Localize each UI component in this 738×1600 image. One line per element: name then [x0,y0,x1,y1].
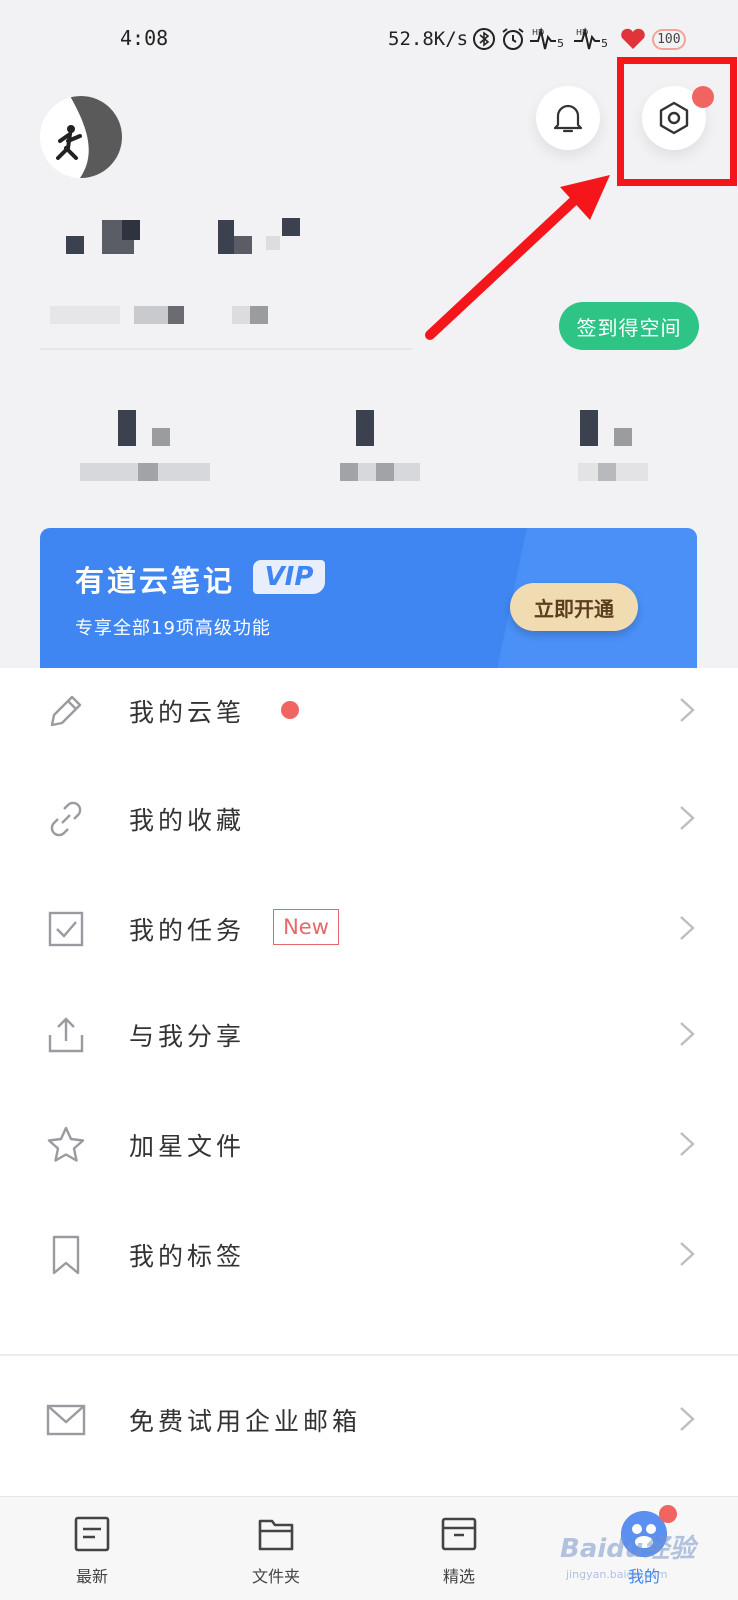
nav-notification-dot [659,1505,677,1523]
menu-item-starred-files[interactable]: 加星文件 [0,1107,738,1179]
menu-item-tags[interactable]: 我的标签 [0,1217,738,1289]
nav-label: 文件夹 [251,1567,300,1586]
menu-item-label: 加星文件 [129,1132,246,1161]
menu-item-my-notes[interactable]: 我的云笔 [0,673,738,745]
net-speed: 52.8K/s [388,28,469,50]
avatar[interactable] [40,96,122,178]
nav-label: 精选 [442,1567,475,1586]
new-badge: New [273,909,339,945]
watermark-url: jingyan.baidu.com [566,1568,668,1581]
mail-icon [46,1404,86,1436]
watermark: Baidu经验 [560,1534,696,1564]
alarm-icon [500,27,526,51]
svg-text:5: 5 [601,37,608,50]
stat-2-blurred[interactable] [340,408,420,483]
menu-item-tasks[interactable]: 我的任务 New [0,891,738,963]
nav-label: 最新 [75,1567,108,1586]
chevron-right-icon [680,1022,695,1046]
menu-item-label: 我的标签 [129,1242,246,1271]
stat-1-blurred[interactable] [80,408,210,483]
status-indicators: 52.8K/s 5 HD 5 HD 100 [388,26,686,52]
nav-tab-latest[interactable]: 最新 [42,1509,142,1595]
bookmark-icon [52,1235,80,1275]
profile-divider [40,348,412,350]
chevron-right-icon [680,916,695,940]
stat-3-blurred[interactable] [578,408,648,483]
chevron-right-icon [680,698,695,722]
folder-icon [258,1519,294,1551]
notifications-button[interactable] [536,86,600,150]
menu-list: 我的云笔 我的收藏 我的任务 New 与我分享 加星文件 我的标签 免费试用企业… [0,668,738,1500]
menu-item-shared-with-me[interactable]: 与我分享 [0,997,738,1069]
svg-text:5: 5 [557,37,564,50]
vip-badge: VIP [253,560,325,594]
menu-item-label: 我的云笔 [129,698,246,727]
menu-divider [0,1354,738,1356]
svg-text:HD: HD [532,28,544,37]
annotation-highlight-box [617,57,737,186]
battery-indicator: 100 [652,28,686,50]
chevron-right-icon [680,1132,695,1156]
nav-tab-featured[interactable]: 精选 [409,1509,509,1595]
inbox-icon [441,1517,477,1551]
username-blurred [50,214,310,264]
nav-tab-folders[interactable]: 文件夹 [226,1509,326,1595]
user-id-blurred [50,298,300,328]
vip-banner[interactable]: 有道云笔记 VIP 专享全部19项高级功能 立即开通 [40,528,697,668]
menu-item-label: 我的任务 [129,916,246,945]
bell-icon [553,104,583,133]
svg-text:HD: HD [576,28,588,37]
notification-dot [281,701,299,719]
menu-item-favorites[interactable]: 我的收藏 [0,781,738,853]
status-time: 4:08 [120,26,169,50]
chevron-right-icon [680,806,695,830]
menu-item-label: 我的收藏 [129,806,246,835]
menu-item-label: 免费试用企业邮箱 [129,1407,362,1436]
vip-title: 有道云笔记 [75,564,236,598]
checkin-button[interactable]: 签到得空间 [559,302,699,350]
document-icon [74,1516,110,1552]
checkbox-icon [48,911,84,947]
chevron-right-icon [680,1242,695,1266]
chevron-right-icon [680,1407,695,1431]
heart-icon [618,27,648,51]
bluetooth-icon [472,27,496,51]
signal-1-icon: 5 HD [530,27,570,51]
menu-item-enterprise-mail[interactable]: 免费试用企业邮箱 [0,1382,738,1454]
signal-2-icon: 5 HD [574,27,614,51]
link-icon [50,801,82,837]
vip-subtitle: 专享全部19项高级功能 [75,618,271,639]
star-icon [47,1126,85,1162]
menu-item-label: 与我分享 [129,1022,246,1051]
pencil-icon [50,695,82,727]
vip-open-button[interactable]: 立即开通 [510,583,638,631]
share-icon [48,1017,84,1053]
